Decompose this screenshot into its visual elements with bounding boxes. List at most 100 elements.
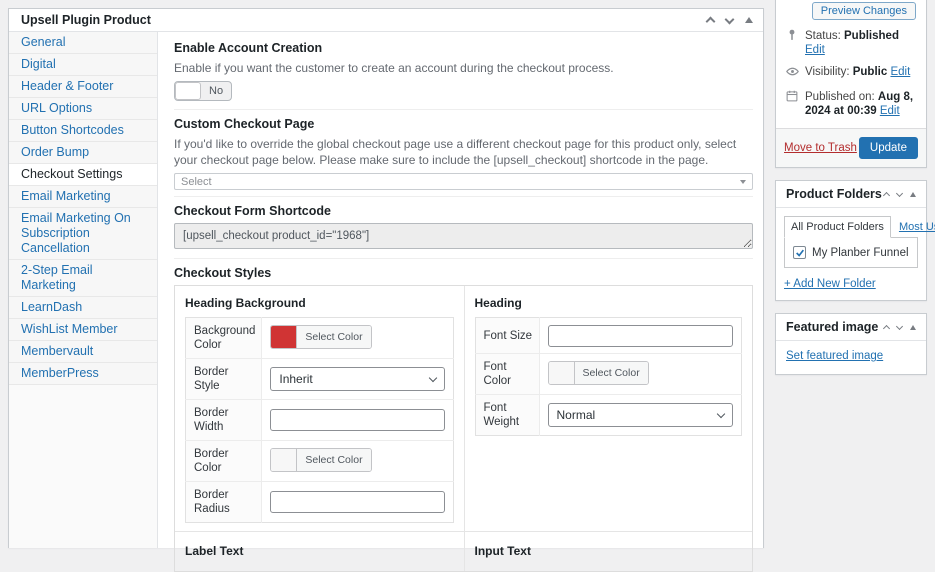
add-new-folder-link[interactable]: + Add New Folder <box>784 278 876 290</box>
edit-status-link[interactable]: Edit <box>805 44 825 56</box>
heading-background-title: Heading Background <box>185 296 454 310</box>
border-style-select[interactable]: Inherit <box>270 367 444 391</box>
visibility-label: Visibility: <box>805 66 850 78</box>
move-up-icon[interactable] <box>706 17 716 27</box>
product-folders-title: Product Folders <box>786 187 882 201</box>
enable-account-creation-description: Enable if you want the customer to creat… <box>174 60 753 76</box>
pin-icon <box>786 29 799 45</box>
visibility-value: Public <box>853 66 888 78</box>
status-row: Status: Published Edit <box>776 25 926 61</box>
row-label: Border Radius <box>186 482 262 523</box>
move-up-icon[interactable] <box>883 192 890 199</box>
input-text-title: Input Text <box>475 544 743 558</box>
nav-item-button-shortcodes[interactable]: Button Shortcodes <box>9 120 157 142</box>
metabox-header: Upsell Plugin Product <box>9 9 763 32</box>
eye-icon <box>786 65 799 82</box>
account-creation-toggle[interactable]: No <box>174 81 232 101</box>
input-text-cell: Input Text <box>464 531 753 571</box>
checkout-form-shortcode-heading: Checkout Form Shortcode <box>174 203 753 219</box>
nav-item-email-marketing[interactable]: Email Marketing <box>9 186 157 208</box>
checkout-styles-box: Heading Background Background Color Sele… <box>174 285 753 572</box>
settings-nav: General Digital Header & Footer URL Opti… <box>9 32 158 548</box>
move-down-icon[interactable] <box>725 14 735 24</box>
nav-item-email-marketing-cancellation[interactable]: Email Marketing On Subscription Cancella… <box>9 208 157 260</box>
set-featured-image-link[interactable]: Set featured image <box>786 350 883 362</box>
collapse-toggle-icon[interactable] <box>745 17 753 23</box>
nav-item-memberpress[interactable]: MemberPress <box>9 363 157 385</box>
nav-item-digital[interactable]: Digital <box>9 54 157 76</box>
enable-account-creation-heading: Enable Account Creation <box>174 40 753 56</box>
chevron-down-icon <box>717 409 725 417</box>
collapse-toggle-icon[interactable] <box>910 325 916 330</box>
preview-changes-button[interactable]: Preview Changes <box>812 2 916 20</box>
color-swatch <box>271 449 297 471</box>
table-row: Font Color Select Color <box>475 354 742 395</box>
font-size-input[interactable] <box>548 325 734 347</box>
checkout-page-select-value: Select <box>181 176 212 188</box>
heading-cell: Heading Font Size Font Color Select Co <box>464 286 753 531</box>
table-row: Border Color Select Color <box>186 441 454 482</box>
heading-title: Heading <box>475 296 743 310</box>
nav-item-order-bump[interactable]: Order Bump <box>9 142 157 164</box>
shortcode-textarea[interactable]: [upsell_checkout product_id="1968"] <box>174 223 753 249</box>
table-row: Border Width <box>186 400 454 441</box>
background-color-picker-button[interactable]: Select Color <box>270 325 371 349</box>
move-down-icon[interactable] <box>896 322 903 329</box>
status-value: Published <box>844 30 899 42</box>
featured-image-title: Featured image <box>786 320 878 334</box>
font-weight-select[interactable]: Normal <box>548 403 734 427</box>
label-text-cell: Label Text <box>175 531 464 571</box>
move-down-icon[interactable] <box>896 189 903 196</box>
heading-background-cell: Heading Background Background Color Sele… <box>175 286 464 531</box>
nav-item-general[interactable]: General <box>9 32 157 54</box>
border-width-input[interactable] <box>270 409 444 431</box>
checkout-styles-heading: Checkout Styles <box>174 265 753 281</box>
row-label: Border Style <box>186 359 262 400</box>
nav-item-membervault[interactable]: Membervault <box>9 341 157 363</box>
nav-item-header-footer[interactable]: Header & Footer <box>9 76 157 98</box>
border-radius-input[interactable] <box>270 491 444 513</box>
edit-visibility-link[interactable]: Edit <box>890 66 910 78</box>
folder-label: My Planber Funnel <box>812 247 909 259</box>
nav-item-wishlist-member[interactable]: WishList Member <box>9 319 157 341</box>
publish-box: Preview Changes Status: Published Edit V… <box>775 0 927 168</box>
visibility-row: Visibility: Public Edit <box>776 61 926 86</box>
collapse-toggle-icon[interactable] <box>910 192 916 197</box>
edit-published-link[interactable]: Edit <box>880 105 900 117</box>
upsell-plugin-metabox: Upsell Plugin Product General Digital He… <box>8 8 764 548</box>
move-to-trash-link[interactable]: Move to Trash <box>784 142 857 154</box>
row-label: Background Color <box>186 318 262 359</box>
update-button[interactable]: Update <box>859 137 918 159</box>
checkout-settings-panel: Enable Account Creation Enable if you wa… <box>158 32 763 548</box>
list-item: My Planber Funnel <box>793 246 909 259</box>
color-swatch <box>549 362 575 384</box>
row-label: Font Size <box>475 318 539 354</box>
select-color-label: Select Color <box>297 449 370 471</box>
row-label: Font Color <box>475 354 539 395</box>
folder-checkbox[interactable] <box>793 246 806 259</box>
border-color-picker-button[interactable]: Select Color <box>270 448 371 472</box>
tab-most-used[interactable]: Most Used <box>899 221 935 233</box>
checkout-page-select[interactable]: Select <box>174 173 753 190</box>
nav-item-2step-email-marketing[interactable]: 2-Step Email Marketing <box>9 260 157 297</box>
published-label: Published on: <box>805 91 875 103</box>
divider <box>174 196 753 197</box>
chevron-down-icon <box>428 373 436 381</box>
font-color-picker-button[interactable]: Select Color <box>548 361 649 385</box>
select-color-label: Select Color <box>297 326 370 348</box>
dropdown-caret-icon <box>740 180 746 184</box>
row-label: Font Weight <box>475 395 539 436</box>
nav-item-learndash[interactable]: LearnDash <box>9 297 157 319</box>
product-folders-box: Product Folders All Product Folders Most… <box>775 180 927 301</box>
divider <box>174 258 753 259</box>
font-weight-value: Normal <box>557 408 596 422</box>
move-up-icon[interactable] <box>883 325 890 332</box>
nav-item-url-options[interactable]: URL Options <box>9 98 157 120</box>
nav-item-checkout-settings[interactable]: Checkout Settings <box>9 164 157 186</box>
folder-list: My Planber Funnel <box>784 237 918 268</box>
table-row: Font Size <box>475 318 742 354</box>
table-row: Border Style Inherit <box>186 359 454 400</box>
tab-all-product-folders[interactable]: All Product Folders <box>784 216 891 238</box>
published-on-row: Published on: Aug 8, 2024 at 00:39 Edit <box>776 86 926 122</box>
row-label: Border Color <box>186 441 262 482</box>
